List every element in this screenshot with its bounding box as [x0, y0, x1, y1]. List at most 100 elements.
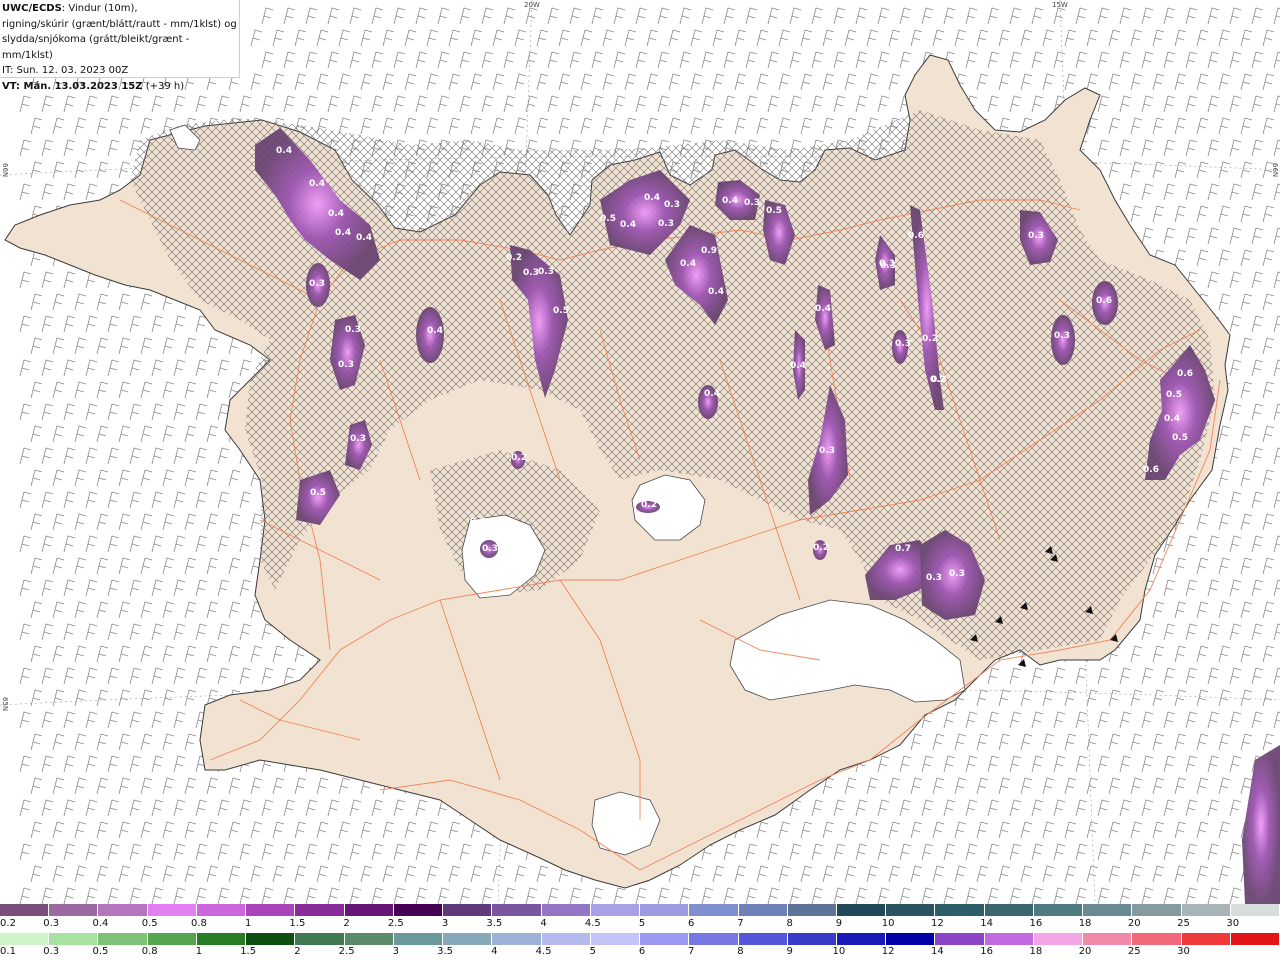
wind-barb: [778, 29, 791, 47]
wind-barb: [1251, 227, 1264, 245]
wind-barb: [1207, 227, 1220, 245]
blob-value-label: 0.5: [600, 214, 616, 224]
wind-barb: [85, 711, 98, 729]
wind-barb: [1152, 689, 1165, 707]
wind-barb: [41, 359, 54, 377]
wind-barb: [228, 645, 241, 663]
wind-barb: [85, 95, 98, 113]
blob-value-label: 0.4: [790, 361, 806, 371]
wind-barb: [184, 337, 197, 355]
wind-barb: [470, 73, 483, 91]
wind-barb: [1229, 755, 1242, 773]
wind-barb: [1119, 843, 1132, 861]
wind-barb: [195, 579, 208, 597]
wind-barb: [162, 689, 175, 707]
legend-swatch: [640, 933, 690, 945]
wind-barb: [1064, 865, 1077, 883]
wind-barb: [833, 887, 846, 904]
wind-barb: [96, 337, 109, 355]
wind-barb: [173, 623, 186, 641]
wind-barb: [129, 403, 142, 421]
blob-value-label: 0.5: [310, 488, 326, 498]
wind-barb: [338, 821, 351, 839]
wind-barb: [734, 865, 747, 883]
wind-barb: [888, 29, 901, 47]
wind-barb: [140, 865, 153, 883]
legend-label: 0.3: [43, 946, 60, 957]
blob-value-label: 0.3: [482, 544, 498, 554]
wind-barb: [1218, 689, 1231, 707]
wind-barb: [1207, 579, 1220, 597]
wind-barb: [921, 755, 934, 773]
legend-label: 0.2: [0, 918, 16, 929]
wind-barb: [789, 7, 802, 25]
wind-barb: [1174, 865, 1187, 883]
wind-barb: [1097, 711, 1110, 729]
wind-barb: [635, 95, 648, 113]
wind-barb: [1251, 95, 1264, 113]
wind-barb: [811, 799, 824, 817]
wind-barb: [1218, 865, 1231, 883]
wind-barb: [129, 799, 142, 817]
wind-barb: [118, 689, 131, 707]
lat-label-65n-left: 65N: [1, 697, 9, 712]
blob-value-label: 0.5: [1166, 390, 1182, 400]
wind-barb: [338, 117, 351, 135]
wind-barb: [1075, 711, 1088, 729]
blob-value-label: 0.3: [926, 573, 942, 583]
blob-value-label: 0.2: [506, 253, 522, 263]
wind-barb: [778, 73, 791, 91]
legend-swatch: [541, 933, 591, 945]
wind-barb: [195, 491, 208, 509]
wind-barb: [1031, 95, 1044, 113]
wind-barb: [327, 887, 340, 904]
wind-barb: [1262, 205, 1275, 223]
wind-barb: [558, 117, 571, 135]
wind-barb: [19, 799, 32, 817]
wind-barb: [701, 7, 714, 25]
wind-barb: [954, 29, 967, 47]
wind-barb: [1141, 7, 1154, 25]
wind-barb: [1229, 183, 1242, 201]
legend-label: 0.4: [92, 918, 109, 929]
wind-barb: [52, 337, 65, 355]
wind-barb: [118, 821, 131, 839]
wind-barb: [481, 7, 494, 25]
wind-barb: [52, 645, 65, 663]
wind-barb: [767, 95, 780, 113]
wind-barb: [756, 117, 769, 135]
wind-barb: [30, 645, 43, 663]
wind-barb: [1240, 469, 1253, 487]
wind-barb: [19, 491, 32, 509]
wind-barb: [1130, 205, 1143, 223]
legend-swatch: [295, 933, 345, 945]
wind-barb: [195, 535, 208, 553]
wind-barb: [701, 95, 714, 113]
wind-barb: [250, 645, 263, 663]
wind-barb: [1207, 271, 1220, 289]
wind-barb: [613, 7, 626, 25]
wind-barb: [338, 73, 351, 91]
wind-barb: [899, 843, 912, 861]
wind-barb: [481, 843, 494, 861]
wind-barb: [1097, 139, 1110, 157]
wind-barb: [1240, 645, 1253, 663]
wind-barb: [1196, 29, 1209, 47]
legend-label: 20: [1127, 918, 1141, 929]
legend-label: 1.5: [289, 918, 306, 929]
wind-barb: [811, 843, 824, 861]
wind-barb: [1174, 601, 1187, 619]
wind-barb: [778, 821, 791, 839]
wind-barb: [107, 843, 120, 861]
wind-barb: [19, 447, 32, 465]
legend-swatch: [0, 933, 50, 945]
wind-barb: [943, 887, 956, 904]
wind-barb: [437, 51, 450, 69]
wind-barb: [976, 821, 989, 839]
blob-value-label: 0.3: [538, 267, 554, 277]
legend-swatch: [344, 904, 394, 916]
wind-barb: [1075, 51, 1088, 69]
wind-barb: [965, 7, 978, 25]
wind-barb: [426, 821, 439, 839]
wind-barb: [206, 777, 219, 795]
